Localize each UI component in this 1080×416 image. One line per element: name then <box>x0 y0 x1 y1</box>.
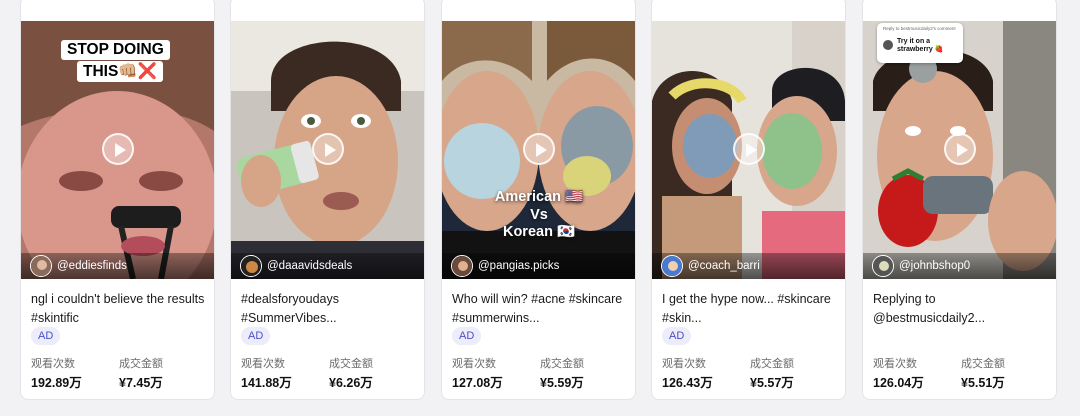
creator-bar[interactable]: @eddiesfinds <box>21 253 214 279</box>
views-label: 观看次数 <box>31 358 75 370</box>
reply-header: Reply to bestmusicdaily2's comment <box>883 26 956 31</box>
reply-text: Try it on a strawberry 🍓 <box>897 38 944 53</box>
views-label: 观看次数 <box>662 358 706 370</box>
gmv-value: ¥5.59万 <box>540 376 584 390</box>
video-thumbnail[interactable]: @daaavidsdeals <box>231 21 424 279</box>
video-card[interactable]: @daaavidsdeals #dealsforyoudays #SummerV… <box>230 0 425 400</box>
views-label: 观看次数 <box>241 358 285 370</box>
play-icon[interactable] <box>312 133 344 165</box>
overlay-text-line2: THIS👊🏼❌ <box>77 61 163 82</box>
gmv-value: ¥6.26万 <box>329 376 373 390</box>
gmv-value: ¥5.57万 <box>750 376 794 390</box>
overlay-text-line3: Korean 🇰🇷 <box>502 224 576 240</box>
gmv-label: 成交金额 <box>961 358 1005 370</box>
views-label: 观看次数 <box>873 358 917 370</box>
ad-badge: AD <box>31 327 61 345</box>
video-card[interactable]: STOP DOING THIS👊🏼❌ @eddiesfinds ngl i co… <box>20 0 215 400</box>
gmv-label: 成交金额 <box>329 358 373 370</box>
overlay-text-line1: American 🇺🇸 <box>494 189 584 205</box>
avatar[interactable] <box>240 255 262 277</box>
ad-badge: AD <box>241 327 271 345</box>
views-value: 127.08万 <box>452 376 503 390</box>
ad-badge: AD <box>662 327 692 345</box>
creator-name[interactable]: @daaavidsdeals <box>267 260 352 272</box>
avatar[interactable] <box>30 255 52 277</box>
video-card[interactable]: Reply to bestmusicdaily2's comment Try i… <box>862 0 1057 400</box>
gmv-value: ¥7.45万 <box>119 376 163 390</box>
reply-avatar <box>883 40 893 50</box>
video-thumbnail[interactable]: Reply to bestmusicdaily2's comment Try i… <box>863 21 1056 279</box>
ad-badge: AD <box>452 327 482 345</box>
video-thumbnail[interactable]: American 🇺🇸 Vs Korean 🇰🇷 @pangias.picks <box>442 21 635 279</box>
views-label: 观看次数 <box>452 358 496 370</box>
creator-bar[interactable]: @pangias.picks <box>442 253 635 279</box>
video-caption[interactable]: I get the hype now... #skincare #skin... <box>662 290 840 328</box>
creator-bar[interactable]: @johnbshop0 <box>863 253 1056 279</box>
video-caption[interactable]: Who will win? #acne #skincare #summerwin… <box>452 290 630 328</box>
creator-bar[interactable]: @daaavidsdeals <box>231 253 424 279</box>
gmv-label: 成交金额 <box>119 358 163 370</box>
avatar[interactable] <box>661 255 683 277</box>
avatar[interactable] <box>872 255 894 277</box>
views-value: 126.43万 <box>662 376 713 390</box>
video-card[interactable]: @coach_barri I get the hype now... #skin… <box>651 0 846 400</box>
reply-comment-sticker: Reply to bestmusicdaily2's comment Try i… <box>877 23 963 63</box>
views-value: 141.88万 <box>241 376 292 390</box>
avatar[interactable] <box>451 255 473 277</box>
play-icon[interactable] <box>944 133 976 165</box>
overlay-text-line2: Vs <box>530 207 548 223</box>
play-icon[interactable] <box>523 133 555 165</box>
views-value: 126.04万 <box>873 376 924 390</box>
creator-name[interactable]: @coach_barri <box>688 260 760 272</box>
creator-name[interactable]: @johnbshop0 <box>899 260 970 272</box>
gmv-label: 成交金额 <box>750 358 794 370</box>
video-thumbnail[interactable]: STOP DOING THIS👊🏼❌ @eddiesfinds <box>21 21 214 279</box>
video-caption[interactable]: #dealsforyoudays #SummerVibes... <box>241 290 419 328</box>
video-caption[interactable]: Replying to @bestmusicdaily2... <box>873 290 1051 328</box>
gmv-value: ¥5.51万 <box>961 376 1005 390</box>
video-thumbnail[interactable]: @coach_barri <box>652 21 845 279</box>
video-caption[interactable]: ngl i couldn't believe the results #skin… <box>31 290 209 328</box>
creator-name[interactable]: @eddiesfinds <box>57 260 127 272</box>
video-grid: STOP DOING THIS👊🏼❌ @eddiesfinds ngl i co… <box>0 0 1080 416</box>
video-card[interactable]: American 🇺🇸 Vs Korean 🇰🇷 @pangias.picks … <box>441 0 636 400</box>
creator-bar[interactable]: @coach_barri <box>652 253 845 279</box>
play-icon[interactable] <box>102 133 134 165</box>
gmv-label: 成交金额 <box>540 358 584 370</box>
creator-name[interactable]: @pangias.picks <box>478 260 559 272</box>
overlay-text-line1: STOP DOING <box>61 40 170 60</box>
views-value: 192.89万 <box>31 376 82 390</box>
play-icon[interactable] <box>733 133 765 165</box>
